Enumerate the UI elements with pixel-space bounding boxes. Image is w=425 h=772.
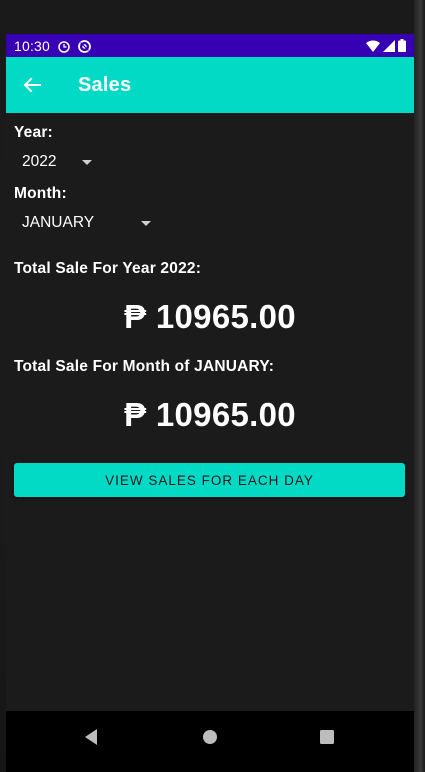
caret-down-icon (141, 220, 152, 226)
arrow-left-icon[interactable] (20, 73, 44, 97)
device-side-edge (414, 0, 425, 772)
no-disturb-icon (78, 39, 91, 53)
signal-icon (383, 39, 395, 55)
device-frame: 10:30 Sales Year: 2022 Month: JANUARY To… (0, 0, 425, 772)
back-triangle-icon[interactable] (83, 728, 99, 751)
app-bar: Sales (6, 57, 414, 113)
month-total-heading: Total Sale For Month of JANUARY: (14, 358, 275, 375)
device-top-edge (0, 0, 425, 34)
battery-icon (398, 39, 406, 55)
clock-icon (58, 40, 70, 53)
home-circle-icon[interactable] (202, 728, 218, 751)
view-daily-sales-button[interactable]: VIEW SALES FOR EACH DAY (14, 463, 405, 497)
month-spinner[interactable]: JANUARY (14, 214, 154, 232)
year-spinner[interactable]: 2022 (14, 153, 98, 171)
month-total-amount: ₱ 10965.00 (124, 396, 296, 433)
year-value: 2022 (22, 153, 57, 170)
month-label: Month: (14, 185, 67, 202)
year-total-amount: ₱ 10965.00 (124, 298, 296, 335)
year-label: Year: (14, 124, 53, 141)
recents-square-icon[interactable] (319, 728, 335, 751)
system-nav-bar (6, 711, 414, 772)
page-title: Sales (78, 73, 132, 96)
app-screen: 10:30 Sales Year: 2022 Month: JANUARY To… (6, 34, 414, 772)
wifi-icon (366, 39, 380, 55)
status-time: 10:30 (14, 37, 51, 54)
year-total-heading: Total Sale For Year 2022: (14, 260, 202, 277)
status-bar: 10:30 (6, 34, 414, 57)
caret-down-icon (82, 159, 93, 165)
status-icons-right (366, 39, 406, 55)
month-value: JANUARY (22, 214, 95, 231)
